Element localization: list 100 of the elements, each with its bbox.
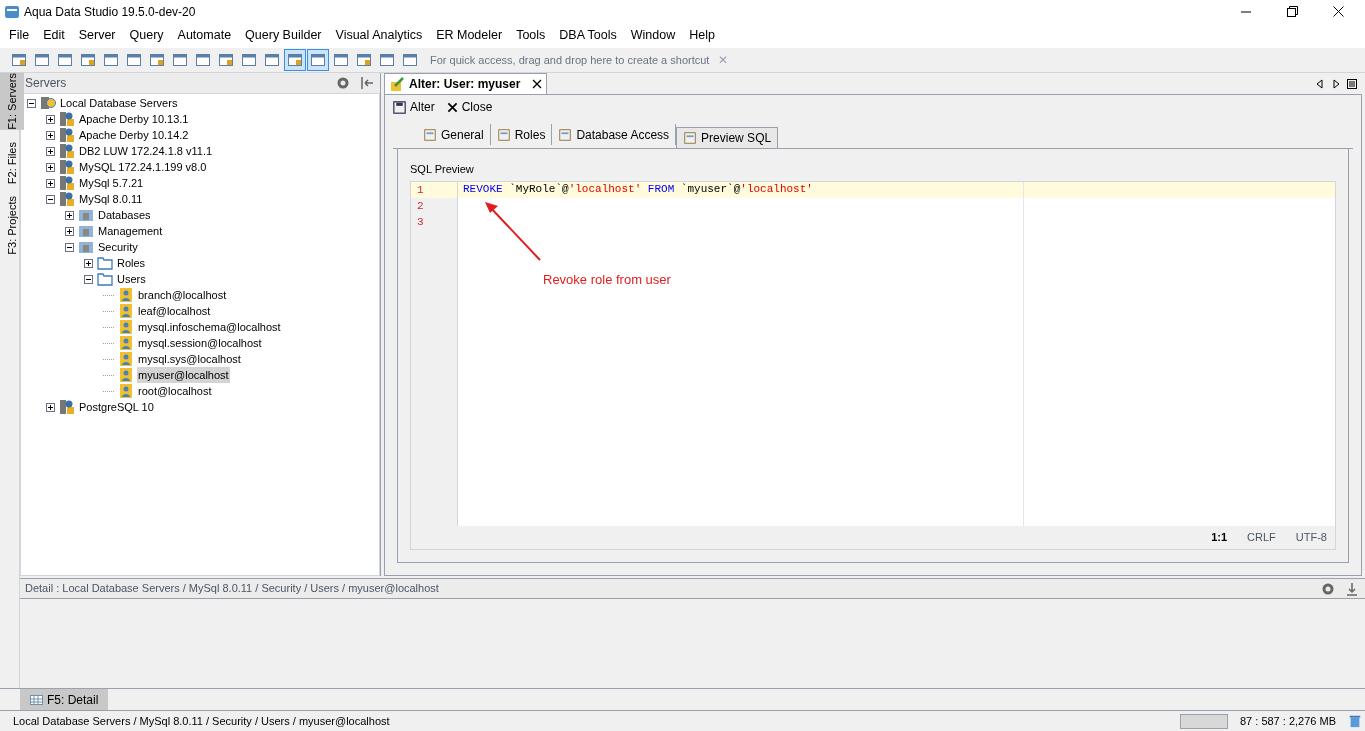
editor-tab[interactable]: Alter: User: myuser: [384, 73, 548, 94]
menu-item[interactable]: Query Builder: [238, 26, 329, 45]
alter-button[interactable]: Alter: [393, 98, 435, 116]
side-tab[interactable]: F3: Projects: [0, 196, 24, 255]
tree-item[interactable]: mysql.session@localhost: [137, 334, 263, 352]
code-line: REVOKE `MyRole`@'localhost' FROM `myuser`@'localhost': [463, 182, 813, 198]
restore-icon: [1286, 6, 1298, 17]
scroll-left-icon: [1314, 77, 1326, 90]
collapse-toggle[interactable]: [84, 274, 93, 284]
tab-icon: [683, 131, 698, 145]
database-server-icon: [59, 127, 75, 143]
tree-item[interactable]: leaf@localhost: [137, 302, 212, 320]
tree-item[interactable]: mysql.sys@localhost: [137, 350, 242, 368]
tree-item[interactable]: Users: [116, 270, 147, 288]
menu-item[interactable]: Visual Analytics: [328, 26, 430, 45]
editor-status: CRLF: [1247, 530, 1276, 546]
tree-item[interactable]: mysql.infoschema@localhost: [137, 318, 282, 336]
tab[interactable]: General: [417, 124, 491, 145]
expand-toggle[interactable]: [65, 226, 74, 236]
toolbar-icon: [57, 52, 73, 68]
user-icon: [118, 351, 134, 367]
menu-item[interactable]: ER Modeler: [429, 26, 510, 45]
user-icon: [118, 367, 134, 383]
line-number: 1: [411, 181, 457, 198]
expand-toggle[interactable]: [84, 258, 93, 268]
side-tab[interactable]: F2: Files: [0, 141, 24, 185]
expand-toggle[interactable]: [46, 402, 55, 412]
tab-icon: [558, 127, 573, 142]
window-title: Aqua Data Studio 19.5.0-dev-20: [24, 3, 196, 21]
toolbar-icon: [149, 52, 165, 68]
menu-item[interactable]: Help: [682, 26, 722, 45]
collapse-toggle[interactable]: [46, 194, 55, 204]
toolbar-button[interactable]: [307, 49, 329, 71]
side-tab[interactable]: F1: Servers: [0, 73, 24, 130]
menu-item[interactable]: Server: [71, 26, 123, 45]
menu-item[interactable]: File: [2, 26, 37, 45]
toolbar-icon: [379, 52, 395, 68]
toolbar-button[interactable]: [284, 49, 306, 71]
expand-toggle[interactable]: [65, 210, 74, 220]
tree-item[interactable]: MySql 5.7.21: [78, 174, 145, 192]
tab[interactable]: Database Access: [552, 124, 677, 145]
tree-item[interactable]: root@localhost: [137, 382, 213, 400]
toolbar-icon: [172, 52, 188, 68]
toolbar-icon: [356, 52, 372, 68]
expand-toggle[interactable]: [46, 146, 55, 156]
tab[interactable]: Preview SQL: [676, 127, 779, 148]
tree-item[interactable]: Databases: [97, 206, 152, 224]
collapse-toggle[interactable]: [27, 98, 36, 108]
tree-item[interactable]: branch@localhost: [137, 286, 228, 304]
folder-icon: [78, 223, 94, 239]
expand-toggle[interactable]: [46, 130, 55, 140]
memory-meter: [1180, 713, 1228, 729]
expand-toggle[interactable]: [46, 162, 55, 172]
database-server-icon: [59, 175, 75, 191]
toolbar-icon: [80, 52, 96, 68]
tree-item[interactable]: DB2 LUW 172.24.1.8 v11.1: [78, 142, 214, 160]
database-server-icon: [59, 143, 75, 159]
collapse-toggle[interactable]: [65, 242, 74, 252]
menu-item[interactable]: Query: [122, 26, 171, 45]
tree-item[interactable]: Roles: [116, 254, 147, 272]
menu-item[interactable]: Window: [623, 26, 683, 45]
tree-item[interactable]: MySQL 172.24.1.199 v8.0: [78, 158, 208, 176]
folder-icon: [97, 255, 113, 271]
user-icon: [118, 303, 134, 319]
tree-item[interactable]: Local Database Servers: [59, 94, 179, 112]
toolbar-icon: [34, 52, 50, 68]
download-icon: [1344, 580, 1360, 597]
status-path: Local Database Servers / MySql 8.0.11 / Security / Users / myuser@localhost: [13, 713, 390, 729]
bottom-tab[interactable]: F5: Detail: [20, 689, 109, 710]
tab[interactable]: Roles: [490, 124, 553, 145]
tree-item[interactable]: MySql 8.0.11: [78, 190, 144, 208]
close-button[interactable]: Close: [446, 98, 493, 116]
tree-item[interactable]: Security: [97, 238, 139, 256]
tree-item[interactable]: myuser@localhost: [137, 366, 230, 384]
line-number: 2: [416, 198, 425, 214]
editor-status: 1:1: [1211, 530, 1228, 546]
toolbar-icon: [310, 52, 326, 68]
settings-icon: [335, 75, 351, 91]
tab-icon: [496, 127, 511, 142]
tab-icon: [423, 127, 437, 142]
annotation-arrow: [483, 199, 543, 262]
menu-item[interactable]: Automate: [170, 26, 239, 45]
user-icon: [118, 287, 134, 303]
close-icon: [532, 79, 543, 89]
database-server-icon: [59, 111, 75, 127]
tree-item[interactable]: PostgreSQL 10: [78, 398, 155, 416]
expand-toggle[interactable]: [46, 178, 55, 188]
tree-item[interactable]: Management: [97, 222, 164, 240]
tree-item[interactable]: Apache Derby 10.14.2: [78, 126, 190, 144]
menu-item[interactable]: Edit: [36, 26, 72, 45]
folder-icon: [97, 271, 113, 287]
code-editor[interactable]: 1 2 3 REVOKE `MyRole`@'localhost' FROM `myuser`@'localhost' Revoke role from user: [411, 181, 1335, 526]
menu-item[interactable]: DBA Tools: [552, 26, 624, 45]
annotation-text: Revoke role from user: [543, 270, 671, 289]
expand-toggle[interactable]: [46, 114, 55, 124]
panel-title: Servers: [25, 75, 67, 92]
shortcut-hint: For quick access, drag and drop here to create a shortcut: [430, 52, 710, 68]
table-icon: [30, 694, 43, 705]
tree-item[interactable]: Apache Derby 10.13.1: [78, 110, 190, 128]
menu-item[interactable]: Tools: [509, 26, 553, 45]
